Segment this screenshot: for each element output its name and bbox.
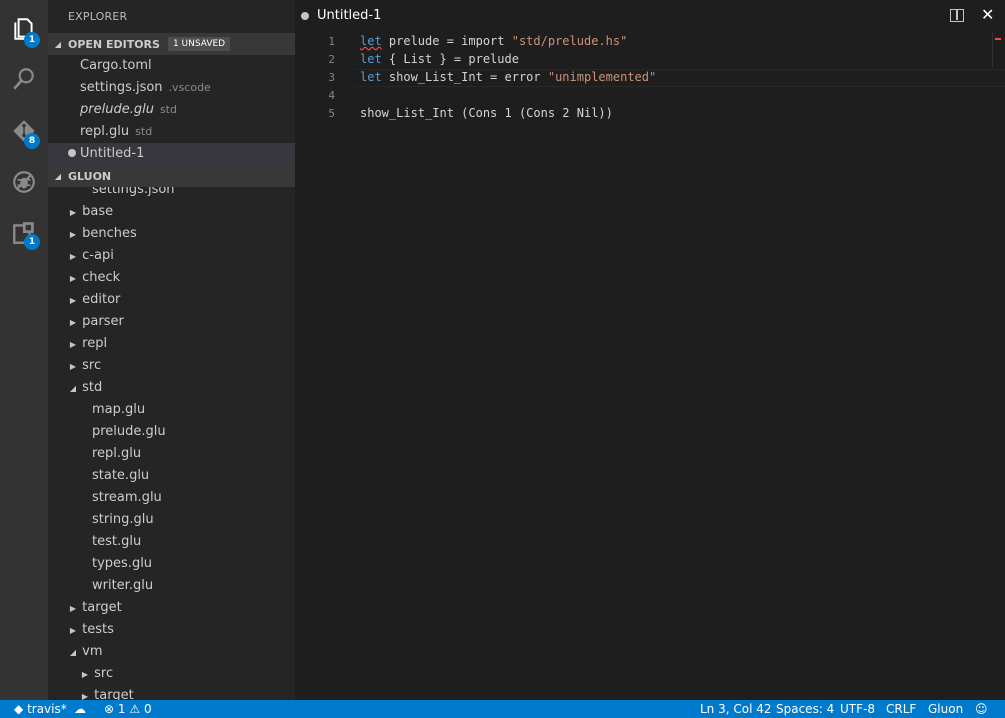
status-bar: ◆ travis* ☁ ⊗ 1 ⚠ 0 Ln 3, Col 42 Spaces:… (0, 700, 1005, 718)
search-activity[interactable] (0, 54, 48, 104)
open-editors-header[interactable]: ◢ OPEN EDITORS 1 UNSAVED (48, 33, 295, 55)
line-number: 2 (328, 53, 335, 66)
tree-folder[interactable]: ▶ check (48, 267, 295, 289)
chevron-right-icon: ▶ (69, 296, 77, 305)
unsaved-dot-icon (301, 12, 309, 20)
tree-file[interactable]: string.glu (48, 509, 295, 531)
open-editor-repl-glu[interactable]: repl.glu std (48, 121, 295, 143)
feedback-smiley-icon[interactable]: ☺ (975, 701, 988, 717)
file-tree: settings.json ▶ base ▶ benches ▶ c-api ▶… (48, 187, 295, 700)
warning-icon: ⚠ (129, 702, 141, 716)
chevron-right-icon: ▶ (81, 692, 89, 700)
chevron-right-icon: ▶ (69, 340, 77, 349)
source-control-activity[interactable]: 8 (0, 106, 48, 156)
tree-folder[interactable]: ▶ tests (48, 619, 295, 641)
chevron-right-icon: ▶ (69, 274, 77, 283)
tab-title: Untitled-1 (317, 8, 382, 23)
tree-folder[interactable]: ▶ editor (48, 289, 295, 311)
open-editor-prelude-glu[interactable]: prelude.glu std (48, 99, 295, 121)
code-line: let show_List_Int = error "unimplemented… (360, 70, 657, 84)
tree-file[interactable]: settings.json (48, 187, 295, 201)
cursor-position[interactable]: Ln 3, Col 42 (700, 701, 772, 717)
chevron-right-icon: ▶ (69, 604, 77, 613)
unsaved-badge: 1 UNSAVED (167, 37, 231, 51)
tree-file[interactable]: stream.glu (48, 487, 295, 509)
git-badge: 8 (24, 133, 40, 149)
git-branch-icon: ◆ (14, 702, 24, 716)
tree-folder[interactable]: ▶ repl (48, 333, 295, 355)
tree-folder[interactable]: ▶ target (48, 597, 295, 619)
tree-folder[interactable]: ▶ benches (48, 223, 295, 245)
line-ending[interactable]: CRLF (886, 701, 916, 717)
chevron-right-icon: ▶ (69, 208, 77, 217)
gluon-folder-header[interactable]: ◢ GLUON (48, 165, 295, 187)
tree-folder[interactable]: ▶ base (48, 201, 295, 223)
line-number: 1 (328, 35, 335, 48)
debug-icon (13, 171, 35, 193)
extensions-badge: 1 (24, 234, 40, 250)
tree-folder-open[interactable]: ◢ std (48, 377, 295, 399)
chevron-right-icon: ▶ (69, 252, 77, 261)
line-number: 5 (328, 107, 335, 120)
branch-indicator[interactable]: ◆ travis* (14, 701, 67, 717)
editor-tab-bar: Untitled-1 ✕ (295, 0, 1005, 33)
line-number: 4 (328, 89, 335, 102)
tree-folder[interactable]: ▶ c-api (48, 245, 295, 267)
chevron-right-icon: ▶ (69, 230, 77, 239)
tree-file[interactable]: prelude.glu (48, 421, 295, 443)
tree-file[interactable]: types.glu (48, 553, 295, 575)
indentation[interactable]: Spaces: 4 (776, 701, 834, 717)
chevron-down-icon: ◢ (54, 39, 62, 49)
debug-activity[interactable] (0, 157, 48, 207)
open-editor-settings-json[interactable]: settings.json .vscode (48, 77, 295, 99)
tree-folder-open[interactable]: ◢ vm (48, 641, 295, 663)
tree-file[interactable]: writer.glu (48, 575, 295, 597)
language-mode[interactable]: Gluon (928, 701, 963, 717)
activity-bar: 1 8 1 (0, 0, 48, 700)
sidebar-title: EXPLORER (68, 10, 128, 23)
extensions-activity[interactable]: 1 (0, 208, 48, 258)
open-editor-cargo-toml[interactable]: Cargo.toml (48, 55, 295, 77)
chevron-down-icon: ◢ (69, 384, 77, 393)
code-line: let { List } = prelude (360, 52, 519, 66)
chevron-right-icon: ▶ (81, 670, 89, 679)
code-line: let prelude = import "std/prelude.hs" (360, 34, 628, 48)
explorer-activity[interactable]: 1 (0, 4, 48, 54)
code-line: show_List_Int (Cons 1 (Cons 2 Nil)) (360, 106, 613, 120)
tree-folder[interactable]: ▶ parser (48, 311, 295, 333)
close-icon[interactable]: ✕ (981, 5, 994, 24)
chevron-right-icon: ▶ (69, 626, 77, 635)
tree-folder[interactable]: ▶ src (48, 355, 295, 377)
error-marker (995, 38, 1001, 40)
line-number: 3 (328, 71, 335, 84)
code-editor[interactable]: 1 2 3 4 5 let prelude = import "std/prel… (295, 33, 1005, 700)
unsaved-dot-icon (68, 149, 76, 157)
search-icon (13, 68, 34, 90)
tab-untitled-1[interactable]: Untitled-1 (295, 0, 415, 33)
gluon-folder-label: GLUON (68, 169, 112, 183)
tree-file[interactable]: map.glu (48, 399, 295, 421)
sync-icon[interactable]: ☁ (74, 701, 86, 717)
problems-indicator[interactable]: ⊗ 1 ⚠ 0 (104, 701, 152, 717)
chevron-right-icon: ▶ (69, 362, 77, 371)
open-editor-untitled-1[interactable]: Untitled-1 (48, 143, 295, 165)
explorer-sidebar: EXPLORER ◢ OPEN EDITORS 1 UNSAVED Cargo.… (48, 0, 295, 700)
tree-file[interactable]: repl.glu (48, 443, 295, 465)
explorer-badge: 1 (24, 32, 40, 48)
open-editors-label: OPEN EDITORS (68, 37, 160, 51)
tree-folder[interactable]: ▶ src (48, 663, 295, 685)
encoding[interactable]: UTF-8 (840, 701, 875, 717)
tree-folder[interactable]: ▶ target (48, 685, 295, 700)
error-icon: ⊗ (104, 702, 115, 716)
chevron-down-icon: ◢ (69, 648, 77, 657)
tree-file[interactable]: test.glu (48, 531, 295, 553)
chevron-right-icon: ▶ (69, 318, 77, 327)
chevron-down-icon: ◢ (54, 171, 62, 181)
split-editor-icon[interactable] (950, 9, 964, 22)
tree-file[interactable]: state.glu (48, 465, 295, 487)
